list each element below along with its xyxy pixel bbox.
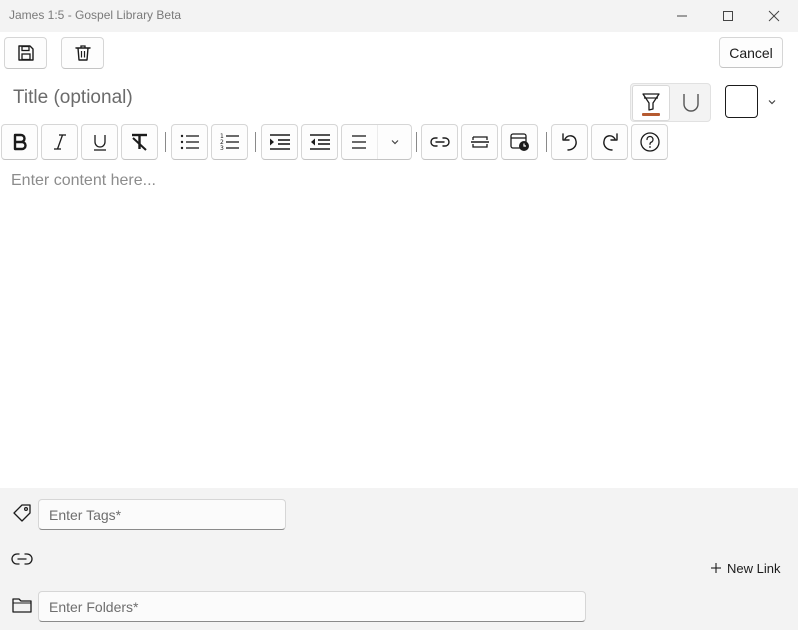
- highlighter-icon: [642, 93, 660, 116]
- tags-input[interactable]: [38, 499, 286, 530]
- maximize-button[interactable]: [705, 0, 751, 32]
- outdent-button[interactable]: [301, 124, 338, 160]
- numbered-list-button[interactable]: 1 2 3: [211, 124, 248, 160]
- cancel-button[interactable]: Cancel: [719, 37, 783, 68]
- redo-icon: [602, 133, 618, 151]
- folder-icon: [10, 593, 34, 617]
- underline-icon: [93, 135, 106, 151]
- plus-icon: [711, 563, 721, 573]
- title-input[interactable]: [4, 82, 604, 114]
- color-swatch[interactable]: [725, 85, 758, 118]
- help-icon: [639, 132, 660, 152]
- undo-button[interactable]: [551, 124, 588, 160]
- numbered-list-icon: 1 2 3: [220, 133, 239, 152]
- tag-icon: [10, 501, 34, 525]
- folders-input[interactable]: [38, 591, 586, 622]
- new-link-label: New Link: [727, 560, 781, 576]
- horizontal-rule-button[interactable]: [461, 124, 498, 160]
- minimize-icon: [677, 15, 687, 17]
- bulleted-list-icon: [180, 134, 199, 150]
- save-icon: [17, 45, 34, 61]
- italic-button[interactable]: [41, 124, 78, 160]
- new-link-button[interactable]: New Link: [710, 558, 780, 578]
- underline-style-icon: [683, 94, 699, 112]
- close-button[interactable]: [751, 0, 797, 32]
- window-title: James 1:5 - Gospel Library Beta: [9, 8, 182, 22]
- link-icon: [10, 547, 34, 571]
- italic-icon: [53, 134, 66, 150]
- maximize-icon: [723, 11, 733, 21]
- close-icon: [768, 10, 780, 22]
- minimize-button[interactable]: [659, 0, 705, 32]
- link-icon: [429, 137, 450, 147]
- help-button[interactable]: [631, 124, 668, 160]
- redo-button[interactable]: [591, 124, 628, 160]
- indent-button[interactable]: [261, 124, 298, 160]
- indent-icon: [269, 134, 290, 150]
- alignment-split-button: [341, 124, 412, 160]
- bold-icon: [13, 133, 27, 151]
- calendar-clock-icon: [509, 133, 529, 151]
- align-button[interactable]: [342, 125, 376, 159]
- save-button[interactable]: [4, 37, 47, 69]
- content-editor[interactable]: [0, 166, 798, 488]
- outdent-icon: [309, 134, 330, 150]
- chevron-down-icon: [391, 140, 398, 145]
- undo-icon: [561, 133, 577, 151]
- svg-text:3: 3: [220, 145, 224, 152]
- toolbar-separator: [255, 132, 256, 152]
- underline-style-button[interactable]: [672, 85, 710, 121]
- highlight-style-button[interactable]: [632, 85, 670, 121]
- underline-button[interactable]: [81, 124, 118, 160]
- toolbar-separator: [416, 132, 417, 152]
- color-dropdown-button[interactable]: [762, 92, 782, 112]
- highlight-color-bar: [642, 113, 660, 116]
- horizontal-rule-icon: [470, 136, 489, 148]
- insert-date-button[interactable]: [501, 124, 538, 160]
- align-dropdown-button[interactable]: [377, 125, 411, 159]
- toolbar-separator: [546, 132, 547, 152]
- bold-button[interactable]: [1, 124, 38, 160]
- trash-icon: [74, 45, 91, 61]
- annotation-style-toggle: [630, 83, 711, 122]
- toolbar-separator: [165, 132, 166, 152]
- clear-format-icon: [131, 133, 147, 151]
- delete-button[interactable]: [61, 37, 104, 69]
- bulleted-list-button[interactable]: [171, 124, 208, 160]
- clear-format-button[interactable]: [121, 124, 158, 160]
- chevron-down-icon: [768, 100, 776, 105]
- align-icon: [352, 135, 366, 149]
- title-bar: James 1:5 - Gospel Library Beta: [0, 0, 798, 32]
- insert-link-button[interactable]: [421, 124, 458, 160]
